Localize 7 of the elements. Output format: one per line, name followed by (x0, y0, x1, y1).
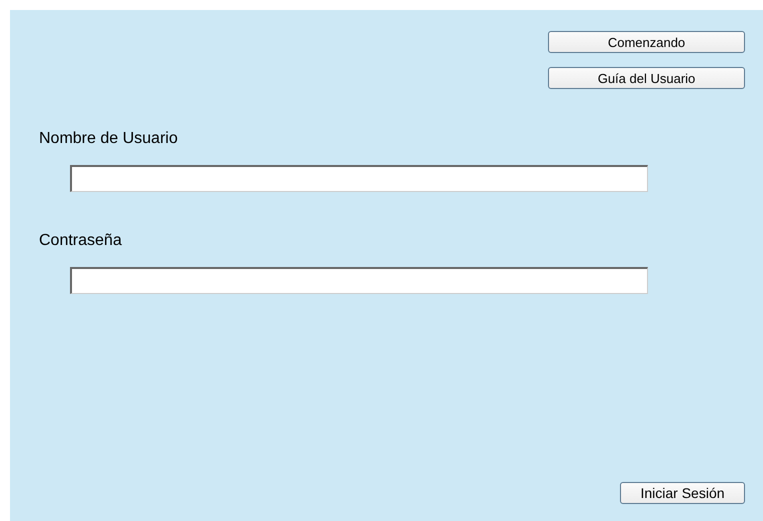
field-label: Contraseña (39, 232, 123, 250)
input-field[interactable] (70, 267, 648, 294)
login-button[interactable]: Iniciar Sesión (620, 482, 745, 504)
input-field[interactable] (70, 165, 648, 192)
field-label: Nombre de Usuario (39, 130, 179, 148)
link-button[interactable]: Comenzando (548, 31, 745, 53)
link-button[interactable]: Guía del Usuario (548, 67, 745, 89)
